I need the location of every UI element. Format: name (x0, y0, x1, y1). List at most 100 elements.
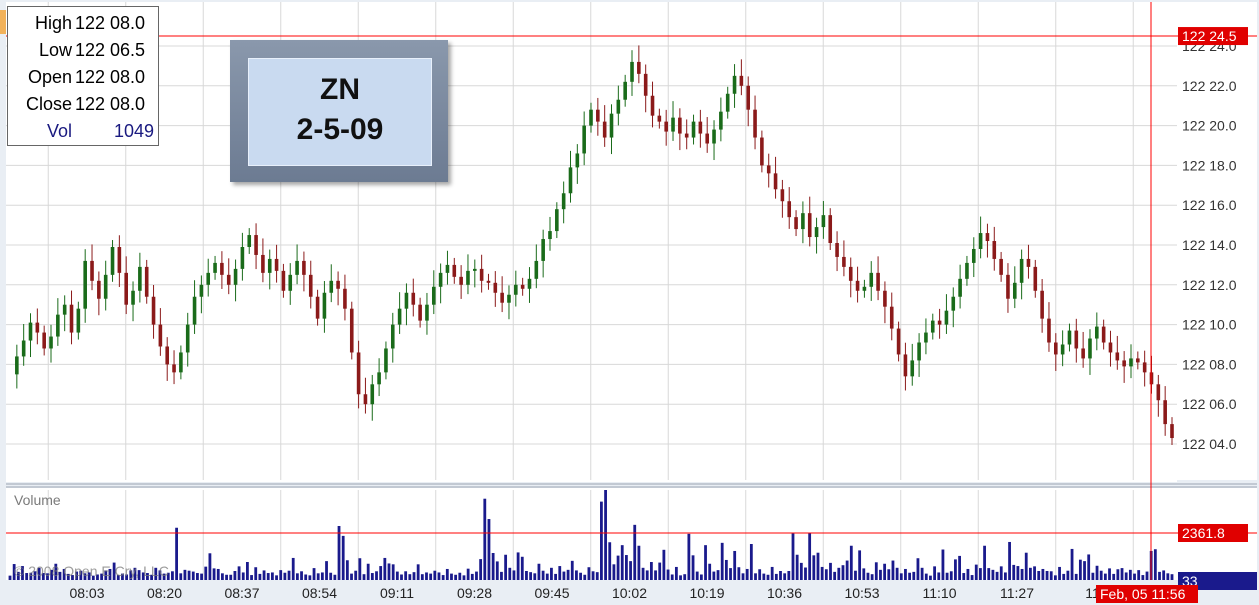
candle-body (637, 61, 641, 74)
volume-bar (208, 553, 212, 580)
volume-bar (799, 562, 803, 580)
volume-bar (525, 571, 528, 580)
candle-body (746, 85, 751, 110)
volume-bar (221, 573, 224, 580)
volume-bar (1041, 568, 1045, 580)
volume-bar (508, 567, 512, 580)
volume-bar (795, 554, 799, 580)
close-value: 122 08.0 (75, 94, 146, 114)
candle-body (971, 248, 976, 263)
price-volume-chart[interactable]: 122 24.0122 22.0122 20.0122 18.0122 16.0… (0, 0, 1259, 605)
volume-bar (300, 571, 303, 580)
volume-bar (179, 573, 183, 580)
volume-bar (520, 556, 524, 580)
candle-body (876, 272, 880, 291)
volume-bar (325, 561, 328, 580)
volume-bar (724, 559, 728, 580)
volume-bar (949, 571, 953, 580)
volume-bar (429, 573, 433, 580)
candle-body (165, 346, 170, 365)
volume-pane-background (6, 488, 1177, 580)
volume-bar (929, 575, 932, 580)
candle-body (534, 260, 539, 279)
volume-bar (729, 568, 732, 580)
candle-body (671, 117, 675, 132)
volume-bar (1158, 571, 1161, 580)
candle-body (889, 306, 894, 329)
copyright-watermark: © 2008 Open E Cry, LLC (14, 563, 169, 579)
volume-bar (791, 533, 795, 580)
volume-bar (870, 574, 874, 580)
volume-bar (1053, 575, 1057, 580)
candle-body (356, 352, 361, 395)
volume-bar (866, 572, 870, 580)
volume-bar (600, 501, 603, 580)
volume-bar (1033, 566, 1036, 580)
candle-body (1115, 352, 1120, 361)
volume-bar (254, 567, 258, 580)
candle-body (15, 356, 19, 375)
volume-bar (670, 574, 674, 580)
volume-bar (304, 574, 308, 580)
volume-bar (591, 571, 595, 580)
time-axis-tick-label: 10:36 (767, 585, 802, 601)
candle-body (110, 246, 115, 275)
volume-bar (625, 555, 628, 580)
candle-body (308, 274, 313, 297)
candle-body (821, 215, 826, 228)
volume-bar (874, 562, 878, 580)
volume-bar (412, 572, 416, 580)
time-axis-tick-label: 10:19 (689, 585, 724, 601)
price-axis-tick-label: 122 14.0 (1182, 237, 1237, 253)
candle-body (985, 233, 990, 242)
low-value: 122 06.5 (75, 40, 146, 60)
candle-body (548, 231, 552, 240)
candle-body (780, 189, 785, 202)
volume-bar (808, 533, 812, 580)
price-axis-tick-label: 122 12.0 (1182, 277, 1237, 293)
candle-body (90, 260, 94, 281)
candle-body (76, 308, 81, 333)
volume-bar (1162, 570, 1166, 580)
volume-bar (991, 569, 995, 580)
price-axis-tick-label: 122 18.0 (1182, 157, 1237, 173)
candle-body (896, 328, 901, 355)
volume-bar (225, 574, 228, 580)
volume-bar (587, 567, 591, 580)
time-axis-tick-label: 11:27 (1000, 585, 1034, 601)
candle-body (404, 292, 409, 309)
candle-body (944, 310, 949, 325)
candle-body (527, 278, 532, 289)
volume-bar (770, 566, 774, 580)
price-axis-tick-label: 122 22.0 (1182, 78, 1237, 94)
candle-body (555, 209, 559, 232)
volume-bar (516, 552, 520, 580)
volume-bar (862, 568, 866, 580)
volume-bar (566, 569, 570, 580)
candle-body (315, 296, 320, 319)
candle-body (199, 284, 204, 297)
volume-bar (237, 566, 241, 580)
volume-bar (854, 570, 857, 580)
volume-bar (483, 498, 487, 580)
volume-bar (570, 560, 574, 580)
candle-body (179, 352, 183, 373)
candle-body (1074, 330, 1079, 349)
candle-body (1047, 318, 1051, 343)
volume-bar (787, 571, 791, 580)
candle-body (1033, 266, 1038, 291)
volume-bar (545, 573, 549, 580)
volume-bar (533, 573, 537, 580)
candle-body (937, 320, 942, 325)
candle-body (343, 288, 347, 309)
volume-bar (741, 573, 745, 580)
volume-bar (1020, 568, 1024, 580)
volume-row: Vol 1049 (8, 118, 158, 144)
volume-bar (891, 560, 895, 580)
volume-bar (441, 575, 445, 580)
candle-body (1095, 326, 1099, 339)
volume-bar (1037, 571, 1041, 580)
price-axis-tick-label: 122 20.0 (1182, 118, 1237, 134)
volume-bar (974, 564, 978, 580)
volume-bar (658, 562, 662, 580)
